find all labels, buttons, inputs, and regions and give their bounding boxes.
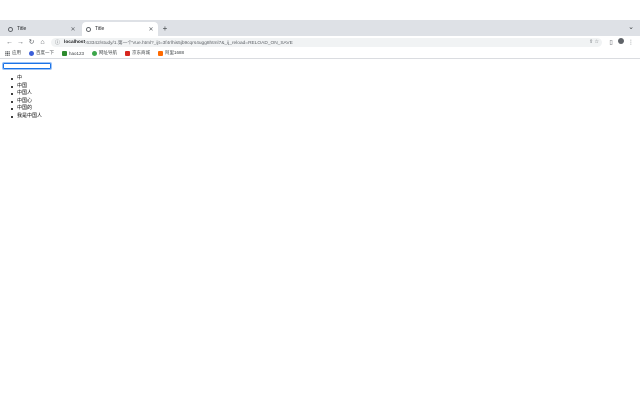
tab-title-2[interactable]: Title ✕ <box>82 22 158 36</box>
bookmark-1688[interactable]: 阿里1688 <box>158 50 184 56</box>
tab-title-label: Title <box>95 26 105 32</box>
forward-icon[interactable]: → <box>15 39 26 46</box>
bookmarks-bar: 应用 百度一下 hao123 网址导航 京东商城 阿里1688 <box>0 48 640 59</box>
toolbar: ← → ↻ ⌂ ⓘ localhost :63342/study/1.第一个Vu… <box>0 36 640 48</box>
menu-icon[interactable]: ⋮ <box>626 39 636 46</box>
profile-icon[interactable] <box>616 38 626 46</box>
tab-strip: Title ✕ Title ✕ + ⌄ <box>0 20 640 36</box>
close-icon[interactable]: ✕ <box>148 26 154 33</box>
bookmark-baidu[interactable]: 百度一下 <box>29 50 54 56</box>
list-item: 中国的 <box>10 105 42 113</box>
bookmark-label: 应用 <box>12 50 21 55</box>
list-item: 中 <box>10 75 42 83</box>
tab-search-icon[interactable]: ⌄ <box>628 23 634 31</box>
back-icon[interactable]: ← <box>4 39 15 46</box>
window-top <box>0 0 640 20</box>
page-content: 中 中国 中国人 中国心 中国的 我是中国人 <box>0 59 640 400</box>
result-list: 中 中国 中国人 中国心 中国的 我是中国人 <box>0 75 42 121</box>
info-icon[interactable]: ⓘ <box>55 39 60 46</box>
apps-grid-icon <box>5 50 10 56</box>
bookmark-jd[interactable]: 京东商城 <box>125 50 150 56</box>
search-input[interactable] <box>2 62 52 70</box>
tab-title-label: Title <box>17 26 27 32</box>
globe-icon <box>86 26 91 32</box>
url-host: localhost <box>64 39 86 45</box>
list-item: 中国人 <box>10 90 42 98</box>
new-tab-button[interactable]: + <box>160 22 170 36</box>
ali1688-icon <box>158 50 164 56</box>
hao123-icon <box>62 50 67 56</box>
url-path: :63342/study/1.第一个Vue.html?_ijt=3f4rlhis… <box>85 40 293 46</box>
globe-icon <box>8 26 13 32</box>
address-bar[interactable]: ⓘ localhost :63342/study/1.第一个Vue.html?_… <box>51 37 602 47</box>
bookmark-label: 京东商城 <box>132 50 151 55</box>
jd-icon <box>125 50 131 56</box>
sidebar-icon[interactable]: ▯ <box>606 39 616 46</box>
bookmark-apps[interactable]: 应用 <box>5 50 21 56</box>
bookmark-label: hao123 <box>69 50 85 56</box>
close-icon[interactable]: ✕ <box>70 26 76 33</box>
baidu-icon <box>29 50 34 56</box>
share-star-icons[interactable]: ⇪ ☆ <box>589 39 599 45</box>
bookmark-hao123[interactable]: hao123 <box>62 50 85 56</box>
bookmark-label: 网址导航 <box>99 50 118 55</box>
home-icon[interactable]: ⌂ <box>37 39 48 46</box>
bookmark-label: 阿里1688 <box>165 50 185 55</box>
nav-icon <box>92 50 98 56</box>
tab-title-1[interactable]: Title ✕ <box>4 22 80 36</box>
list-item: 我是中国人 <box>10 112 43 119</box>
bookmark-nav[interactable]: 网址导航 <box>92 50 117 56</box>
reload-icon[interactable]: ↻ <box>26 38 37 46</box>
bookmark-label: 百度一下 <box>36 50 54 55</box>
